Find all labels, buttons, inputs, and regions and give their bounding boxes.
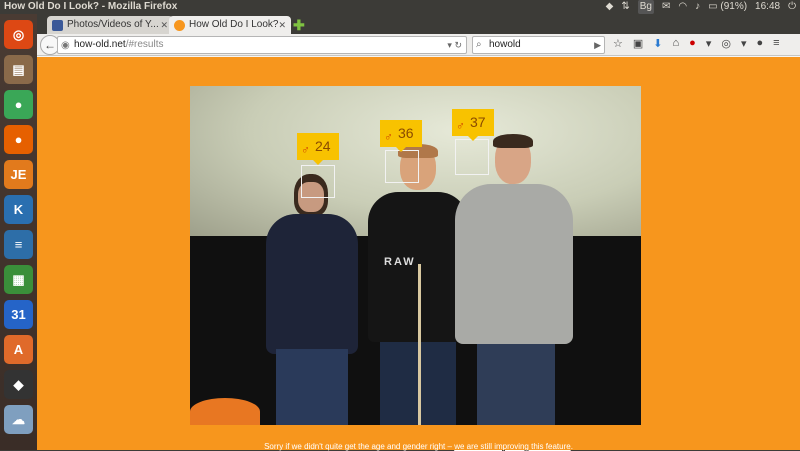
age-value: 24 xyxy=(315,138,331,154)
age-value: 36 xyxy=(398,125,414,141)
dropdown-arrow-icon[interactable]: ▾ xyxy=(741,37,747,50)
addon-icon[interactable]: ◎ xyxy=(721,37,731,50)
male-icon: ♂ xyxy=(456,119,465,133)
url-bar[interactable]: ◉ how-old.net/#results ▾ ↻ xyxy=(57,36,467,54)
search-icon: ⌕ xyxy=(476,39,482,50)
tab-label: How Old Do I Look? xyxy=(189,19,279,30)
power-icon[interactable]: ⏻ xyxy=(788,0,796,14)
wifi-icon[interactable]: ◠ xyxy=(678,0,687,14)
navigation-toolbar: ← ◉ how-old.net/#results ▾ ↻ ⌕ howold ▶ … xyxy=(37,34,800,56)
age-tag: ♂ 24 xyxy=(297,133,339,165)
menu-icon[interactable]: ≡ xyxy=(773,37,779,50)
url-host: how-old.net xyxy=(74,39,126,50)
calendar-icon[interactable]: 31 xyxy=(4,300,33,329)
chromium-icon[interactable]: ● xyxy=(4,90,33,119)
files-icon[interactable]: ▤ xyxy=(4,55,33,84)
toolbar-icons: ☆ ▣ ⬇ ⌂ ● ▾ ◎ ▾ ● ≡ xyxy=(613,37,780,50)
bookmark-star-icon[interactable]: ☆ xyxy=(613,37,623,50)
keyboard-layout-indicator[interactable]: Bg xyxy=(637,0,654,14)
volume-icon[interactable]: ♪ xyxy=(695,0,700,14)
age-tag: ♂ 36 xyxy=(380,120,422,152)
ubuntu-logo-icon[interactable]: ◎ xyxy=(4,20,33,49)
system-tray: ◆ ⇅ Bg ✉ ◠ ♪ ▭ (91%) 16:48 ⏻ xyxy=(606,0,796,14)
male-icon: ♂ xyxy=(384,130,393,144)
face-box xyxy=(385,150,419,183)
inkscape-icon[interactable]: ◆ xyxy=(4,370,33,399)
close-icon[interactable]: ✕ xyxy=(278,16,286,34)
globe-icon: ◉ xyxy=(61,40,70,51)
how-old-icon xyxy=(174,20,185,31)
search-bar[interactable]: ⌕ howold ▶ xyxy=(472,36,605,54)
orange-object xyxy=(190,398,260,425)
battery-percent: (91%) xyxy=(720,1,748,12)
system-top-bar: How Old Do I Look? - Mozilla Firefox ◆ ⇅… xyxy=(0,0,800,14)
unity-launcher: ◎ ▤ ● ● JE K ≡ ▦ 31 A ◆ ☁ xyxy=(0,14,37,450)
network-icon[interactable]: ⇅ xyxy=(621,0,629,14)
window-title: How Old Do I Look? - Mozilla Firefox xyxy=(4,1,178,12)
weather-icon[interactable]: ☁ xyxy=(4,405,33,434)
dropbox-icon[interactable]: ◆ xyxy=(606,0,614,14)
new-tab-button[interactable]: ✚ xyxy=(293,17,305,34)
male-icon: ♂ xyxy=(301,143,310,157)
calc-icon[interactable]: ▦ xyxy=(4,265,33,294)
dropdown-arrow-icon[interactable]: ▾ xyxy=(706,37,712,50)
person-left xyxy=(260,174,360,425)
battery-indicator[interactable]: ▭ (91%) xyxy=(708,0,747,14)
result-photo: RAW ♂ 24 ♂ 36 ♂ 37 xyxy=(190,86,641,425)
face-box xyxy=(455,139,489,175)
home-icon[interactable]: ⌂ xyxy=(673,37,680,50)
software-center-icon[interactable]: A xyxy=(4,335,33,364)
firefox-icon[interactable]: ● xyxy=(4,125,33,154)
cue-stick xyxy=(418,264,421,425)
reading-list-icon[interactable]: ▣ xyxy=(633,37,643,50)
close-icon[interactable]: ✕ xyxy=(160,16,168,34)
facebook-icon xyxy=(52,20,63,31)
url-path: /#results xyxy=(125,39,164,50)
tab-how-old[interactable]: How Old Do I Look? ✕ xyxy=(169,16,291,34)
url-actions: ▾ ↻ xyxy=(447,37,462,53)
chat-icon[interactable]: ● xyxy=(756,37,763,50)
search-go-icon[interactable]: ▶ xyxy=(594,37,601,53)
tab-strip: Photos/Videos of Y... ✕ How Old Do I Loo… xyxy=(37,14,800,34)
page-content: RAW ♂ 24 ♂ 36 ♂ 37 Sorry if we didn't qu… xyxy=(37,57,800,451)
age-value: 37 xyxy=(470,114,486,130)
face-box xyxy=(301,165,335,198)
age-tag: ♂ 37 xyxy=(452,109,494,141)
reload-icon[interactable]: ↻ xyxy=(454,40,462,50)
mail-icon[interactable]: ✉ xyxy=(662,0,670,14)
kde-connect-icon[interactable]: K xyxy=(4,195,33,224)
person-right xyxy=(455,134,575,425)
tab-photos[interactable]: Photos/Videos of Y... ✕ xyxy=(47,16,173,34)
search-value: howold xyxy=(489,39,521,50)
dropdown-icon[interactable]: ▾ xyxy=(447,40,452,50)
tab-label: Photos/Videos of Y... xyxy=(67,19,159,30)
download-icon[interactable]: ⬇ xyxy=(653,37,662,50)
clock[interactable]: 16:48 xyxy=(755,0,780,14)
jetbrains-icon[interactable]: JE xyxy=(4,160,33,189)
adblock-icon[interactable]: ● xyxy=(689,37,696,50)
writer-icon[interactable]: ≡ xyxy=(4,230,33,259)
firefox-window: Photos/Videos of Y... ✕ How Old Do I Loo… xyxy=(37,14,800,451)
